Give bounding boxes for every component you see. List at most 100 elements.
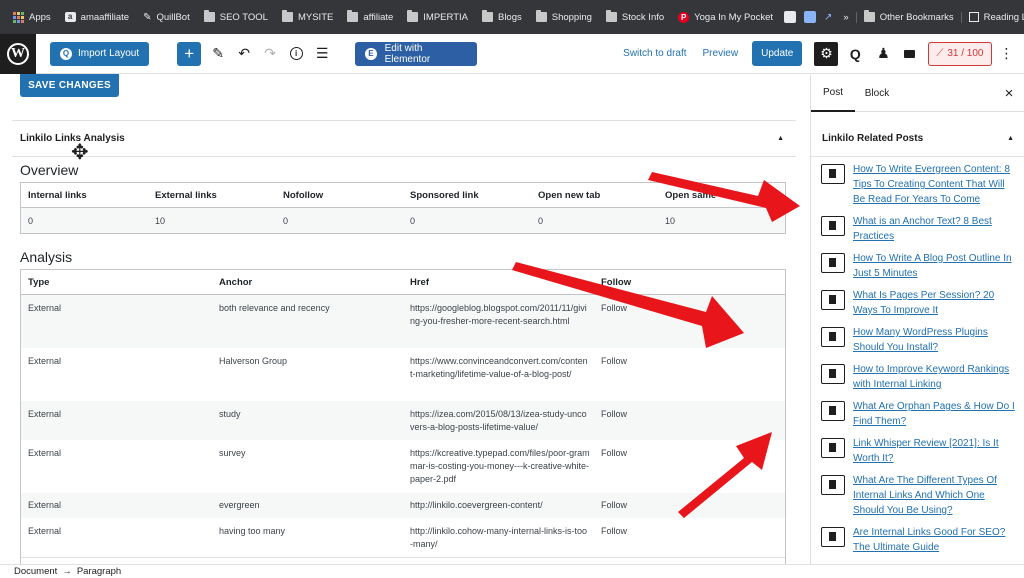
redo-button[interactable]: ↷ (259, 43, 281, 65)
other-bookmarks[interactable]: Other Bookmarks (855, 10, 961, 23)
related-post-link[interactable]: How To Write Evergreen Content: 8 Tips T… (853, 162, 1017, 207)
copy-icon[interactable] (821, 364, 845, 384)
wordpress-logo-button[interactable]: W (0, 33, 36, 74)
switch-to-draft-link[interactable]: Switch to draft (623, 48, 686, 59)
camera-plugin-button[interactable] (898, 43, 920, 65)
close-sidebar-button[interactable]: × (999, 83, 1019, 103)
related-post-link[interactable]: How Many WordPress Plugins Should You In… (853, 325, 1017, 355)
list-view-button[interactable]: ☰ (311, 43, 333, 65)
list-item: What Are The Different Types Of Internal… (821, 473, 1017, 518)
bookmark-label: MYSITE (297, 11, 334, 23)
list-item: How To Write A Blog Post Outline In Just… (821, 251, 1017, 281)
camera-icon (903, 49, 915, 58)
more-options-button[interactable]: ⋮ (996, 43, 1018, 65)
cell-type: External (28, 303, 62, 313)
settings-button[interactable]: ⚙ (814, 41, 839, 66)
bookmark-yoga[interactable]: P Yoga In My Pocket (671, 11, 780, 23)
tab-post[interactable]: Post (811, 74, 855, 112)
bookmark-stock-info[interactable]: Stock Info (599, 10, 671, 23)
bookmark-mysite[interactable]: MYSITE (275, 10, 340, 23)
bookmark-affiliate[interactable]: affiliate (340, 10, 400, 23)
seo-score-button[interactable]: ⟋ 31 / 100 (928, 41, 992, 66)
undo-button[interactable]: ↶ (233, 43, 255, 65)
bookmark-impertia[interactable]: IMPERTIA (400, 10, 475, 23)
copy-icon[interactable] (821, 216, 845, 236)
collapse-triangle-icon: ▲ (1007, 135, 1014, 142)
folder-icon (203, 10, 215, 22)
cell-anchor: survey (219, 448, 246, 458)
sidebar-tabs: Post Block × (811, 74, 1024, 112)
more-vertical-icon: ⋮ (999, 45, 1014, 61)
update-button[interactable]: Update (752, 41, 803, 66)
redo-icon: ↷ (264, 45, 277, 61)
copy-icon[interactable] (821, 527, 845, 547)
reading-list[interactable]: Reading List (960, 11, 1024, 23)
pencil-icon: ✎ (212, 45, 225, 61)
list-item: How To Write Evergreen Content: 8 Tips T… (821, 162, 1017, 207)
bookmark-label: Apps (29, 11, 51, 23)
related-post-link[interactable]: How to Improve Keyword Rankings with Int… (853, 362, 1017, 392)
copy-icon[interactable] (821, 327, 845, 347)
bookmark-extra-3[interactable]: ↗ (820, 12, 836, 23)
copy-icon[interactable] (821, 164, 845, 184)
folder-icon (347, 10, 359, 22)
overview-heading: Overview (20, 162, 79, 178)
edit-elementor-button[interactable]: E Edit with Elementor (355, 41, 478, 66)
related-posts-header[interactable]: Linkilo Related Posts ▲ (811, 121, 1024, 157)
related-post-link[interactable]: What Are Orphan Pages & How Do I Find Th… (853, 399, 1017, 429)
copy-icon[interactable] (821, 475, 845, 495)
overview-header: Sponsored link (410, 190, 479, 201)
list-icon: ☰ (315, 45, 329, 61)
bookmark-shopping[interactable]: Shopping (529, 10, 599, 23)
bookmark-extra-1[interactable] (780, 11, 800, 23)
copy-icon[interactable] (821, 438, 845, 458)
bookmark-amaaffiliate[interactable]: a amaaffiliate (58, 12, 136, 23)
import-layout-button[interactable]: Q Import Layout (50, 41, 150, 66)
cell-anchor: evergreen (219, 500, 260, 510)
analysis-header-row: Type Anchor Href Follow (21, 270, 785, 295)
cell-type: External (28, 409, 62, 419)
add-block-button[interactable]: + (177, 41, 202, 66)
copy-icon[interactable] (821, 401, 845, 421)
folder-icon (281, 10, 293, 22)
overview-header-row: Internal links External links Nofollow S… (21, 183, 785, 208)
bookmark-extra-2[interactable] (800, 11, 820, 23)
related-post-link[interactable]: What Are The Different Types Of Internal… (853, 473, 1017, 518)
editor-canvas: SAVE CHANGES Linkilo Links Analysis ▲ ✥ … (0, 74, 810, 564)
related-post-link[interactable]: How To Write A Blog Post Outline In Just… (853, 251, 1017, 281)
wordpress-icon: W (7, 42, 29, 65)
list-item: Link Whisper Review [2021]: Is It Worth … (821, 436, 1017, 466)
bookmark-label: Stock Info (621, 11, 665, 23)
bookmark-seo-tool[interactable]: SEO TOOL (197, 10, 275, 23)
seo-score-value: 31 / 100 (947, 48, 984, 59)
chart-trend-icon: ⟋ (936, 48, 944, 59)
more-bookmarks-button[interactable]: » (836, 12, 855, 23)
bookmark-apps[interactable]: Apps (6, 11, 58, 23)
grid-icon (13, 11, 24, 23)
breadcrumb-document[interactable]: Document (14, 566, 57, 577)
edit-tool-button[interactable]: ✎ (207, 43, 229, 65)
bookmark-blogs[interactable]: Blogs (475, 10, 529, 23)
copy-icon[interactable] (821, 290, 845, 310)
folder-icon (605, 10, 617, 22)
cell-href: https://googleblog.blogspot.com/2011/11/… (410, 303, 587, 326)
table-row: External survey https://kcreative.typepa… (21, 440, 785, 493)
related-post-link[interactable]: What is an Anchor Text? 8 Best Practices (853, 214, 1017, 244)
preview-link[interactable]: Preview (703, 48, 739, 59)
details-button[interactable]: i (285, 43, 307, 65)
related-post-link[interactable]: Link Whisper Review [2021]: Is It Worth … (853, 436, 1017, 466)
breadcrumb-paragraph[interactable]: Paragraph (77, 566, 121, 577)
quillbot-button[interactable]: Q (844, 43, 866, 65)
save-changes-button[interactable]: SAVE CHANGES (20, 74, 119, 97)
cell-type: External (28, 500, 62, 510)
settings-sidebar: Post Block × Linkilo Related Posts ▲ How… (810, 74, 1024, 564)
tab-block[interactable]: Block (857, 74, 897, 112)
table-row: External both relevance and recency http… (21, 295, 785, 348)
links-analysis-panel-header[interactable]: Linkilo Links Analysis ▲ (12, 120, 796, 157)
related-post-link[interactable]: Are Internal Links Good For SEO? The Ult… (853, 525, 1017, 555)
import-layout-label: Import Layout (78, 48, 140, 59)
user-plugin-button[interactable]: ♟ (872, 43, 894, 65)
related-post-link[interactable]: What Is Pages Per Session? 20 Ways To Im… (853, 288, 1017, 318)
copy-icon[interactable] (821, 253, 845, 273)
bookmark-quillbot[interactable]: ✎ QuillBot (136, 12, 197, 23)
